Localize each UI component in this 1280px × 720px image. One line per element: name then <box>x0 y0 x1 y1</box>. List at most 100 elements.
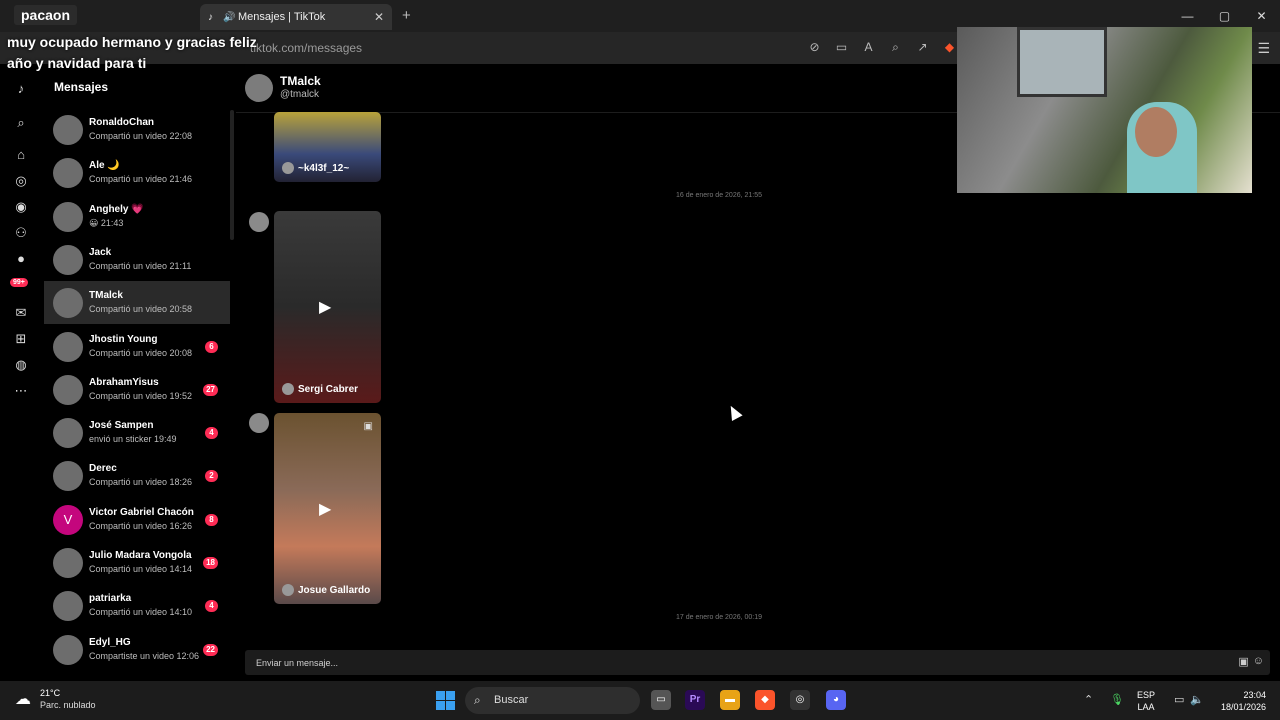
shared-video-card[interactable]: ▣ ▶ Josue Gallardo <box>274 413 381 604</box>
unread-count-badge: 18 <box>203 557 218 569</box>
conversation-item[interactable]: RonaldoChan Compartió un video 22:08 <box>44 108 230 151</box>
conversation-name: RonaldoChan <box>89 117 154 128</box>
conversation-avatar <box>53 244 83 275</box>
conversation-preview: Compartió un video 19:52 <box>89 390 193 401</box>
author-avatar <box>282 383 294 395</box>
conversation-preview: Compartió un video 21:46 <box>89 174 193 185</box>
shared-video-card[interactable]: ▶ Sergi Cabrer <box>274 211 381 403</box>
mute-icon[interactable]: ⊘ <box>806 40 823 55</box>
close-tab-icon[interactable]: ✕ <box>374 10 384 24</box>
conversation-preview: Compartió un video 21:11 <box>89 260 192 271</box>
play-icon[interactable]: ▶ <box>319 499 331 519</box>
new-tab-button[interactable]: + <box>402 7 411 24</box>
webcam-background-window <box>1017 27 1107 97</box>
webcam-overlay <box>957 27 1252 193</box>
network-icon[interactable]: ▭ <box>1174 693 1184 706</box>
video-author: Sergi Cabrer <box>282 383 358 395</box>
conversation-item[interactable]: Derec Compartió un video 18:26 2 <box>44 454 230 497</box>
search-icon[interactable]: ⌕ <box>12 114 30 132</box>
attach-image-icon[interactable]: ▣ <box>1238 655 1248 668</box>
conversation-preview: 😀 21:43 <box>89 217 124 228</box>
conversation-item[interactable]: Jack Compartió un video 21:11 <box>44 238 230 281</box>
weather-condition: Parc. nublado <box>40 700 96 710</box>
conversation-item[interactable]: Julio Madara Vongola Compartió un video 1… <box>44 541 230 584</box>
start-button[interactable] <box>436 691 455 710</box>
video-author: ~k4l3f_12~ <box>282 162 349 174</box>
conversation-item[interactable]: Ale 🌙 Compartió un video 21:46 <box>44 151 230 194</box>
date-separator: 17 de enero de 2026, 00:19 <box>676 614 763 621</box>
conversation-avatar <box>53 158 83 189</box>
conversation-item[interactable]: Edyl_HG Compartiste un video 12:06 22 <box>44 628 230 671</box>
conversation-name: patriarka <box>89 593 132 605</box>
following-icon[interactable]: ⚇ <box>12 224 30 242</box>
conversation-item[interactable]: Anghely 💗 😀 21:43 <box>44 195 230 238</box>
clock[interactable]: 23:04 18/01/2026 <box>1214 689 1266 713</box>
unread-count-badge: 4 <box>205 600 218 613</box>
tab-title: Mensajes | TikTok <box>238 11 326 23</box>
microphone-icon[interactable]: 🎙 <box>1110 693 1124 706</box>
profile-icon[interactable]: ● <box>12 250 30 268</box>
conversation-item[interactable]: Jhostin Young Compartió un video 20:08 6 <box>44 325 230 368</box>
conversation-avatar <box>53 331 83 362</box>
explore-icon[interactable]: ◎ <box>12 172 30 190</box>
upload-icon[interactable]: ⊞ <box>12 330 30 348</box>
conversation-avatar <box>53 418 83 449</box>
zoom-icon[interactable]: ⌕ <box>887 40 904 55</box>
chat-handle: @tmalck <box>280 89 320 100</box>
conversation-preview: Compartió un video 20:58 <box>89 304 193 315</box>
play-icon[interactable]: ▶ <box>319 297 331 317</box>
tray-overflow-icon[interactable]: ⌃ <box>1084 693 1093 706</box>
conversation-name: TMalck <box>89 290 123 302</box>
conversation-name: Jhostin Young <box>89 333 158 345</box>
stream-overlay-message: muy ocupado hermano y gracias feliz año … <box>7 34 257 71</box>
conversation-item[interactable]: José Sampen envió un sticker 19:49 4 <box>44 411 230 454</box>
taskbar: ☁ 21°C Parc. nublado ⌕ Buscar ▭ Pr ▬ ◆ ◎… <box>0 681 1280 720</box>
emoji-icon[interactable]: ☺ <box>1253 655 1264 668</box>
task-view-icon[interactable]: ▭ <box>651 690 671 710</box>
conversation-name: Victor Gabriel Chacón <box>89 506 194 518</box>
tiktok-logo-icon[interactable]: ♪ <box>12 80 30 98</box>
live-icon[interactable]: ◉ <box>12 198 30 216</box>
chat-name[interactable]: TMalck <box>280 74 321 88</box>
file-explorer-icon[interactable]: ▬ <box>720 690 740 710</box>
cast-icon[interactable]: ▭ <box>833 40 850 55</box>
taskbar-search[interactable]: ⌕ Buscar <box>465 687 640 714</box>
conversation-item[interactable]: TMalck Compartió un video 20:58 <box>44 281 230 325</box>
brave-browser-icon[interactable]: ◆ <box>755 690 775 710</box>
shared-video-card[interactable]: ~k4l3f_12~ <box>274 112 381 182</box>
language-indicator[interactable]: ESP LAA <box>1137 689 1155 713</box>
weather-icon: ☁ <box>15 691 31 708</box>
conversation-name: Anghely 💗 <box>89 203 144 215</box>
chat-avatar[interactable] <box>245 74 273 102</box>
conversation-avatar <box>53 374 83 405</box>
sender-avatar <box>249 413 269 433</box>
browser-menu-icon[interactable]: ☰ <box>1257 40 1270 57</box>
app-icon[interactable]: ◎ <box>790 690 810 710</box>
message-input[interactable] <box>245 650 1215 675</box>
conversation-avatar <box>53 288 83 319</box>
nav-rail: ♪ ⌕ ⌂ ◎ ◉ ⚇ ● 99+ ✉ ⊞ ◍ ⋯ <box>0 64 44 681</box>
conversation-preview: Compartió un video 20:08 <box>89 347 193 358</box>
weather-widget[interactable]: ☁ 21°C Parc. nublado <box>15 687 96 711</box>
more-icon[interactable]: ⋯ <box>12 382 30 400</box>
conversation-item[interactable]: patriarka Compartió un video 14:10 4 <box>44 584 230 627</box>
volume-icon[interactable]: 🔈 <box>1190 693 1204 706</box>
premiere-icon[interactable]: Pr <box>685 690 705 710</box>
messages-icon[interactable]: ✉ <box>12 304 30 322</box>
home-icon[interactable]: ⌂ <box>12 146 30 164</box>
conversation-preview: Compartió un video 14:10 <box>89 607 193 618</box>
discord-icon[interactable]: ◕ <box>826 690 846 710</box>
avatar-icon[interactable]: ◍ <box>12 356 30 374</box>
conversation-preview: Compartió un video 18:26 <box>89 477 193 488</box>
conversation-item[interactable]: AbrahamYisus Compartió un video 19:52 27 <box>44 368 230 411</box>
translate-icon[interactable]: A <box>860 40 877 55</box>
webcam-streamer-head <box>1135 107 1177 157</box>
conversation-avatar <box>53 591 83 622</box>
stream-user-tag: pacaon <box>14 5 78 25</box>
share-icon[interactable]: ↗ <box>914 40 931 55</box>
browser-tab[interactable]: ♪ 🔊 Mensajes | TikTok ✕ <box>200 4 392 30</box>
conversation-name: Derec <box>89 463 117 475</box>
conversation-scrollbar[interactable] <box>230 110 234 240</box>
conversation-item[interactable]: V Victor Gabriel Chacón Compartió un video… <box>44 498 230 541</box>
brave-shield-icon[interactable]: ◆ <box>941 40 958 55</box>
